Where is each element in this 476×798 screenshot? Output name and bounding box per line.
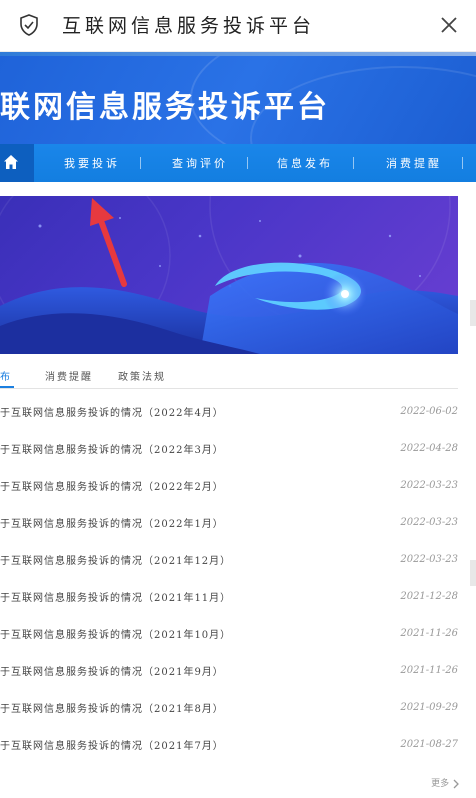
tab-policy[interactable]: 政策法规 — [118, 368, 166, 383]
hero-art — [0, 196, 458, 354]
nav-item-info[interactable]: 信息发布 — [277, 155, 333, 171]
list-item-title: 于互联网信息服务投诉的情况（2021年8月） — [0, 704, 224, 715]
list-item-date: 2022-06-02 — [400, 406, 458, 417]
list-item[interactable]: 于互联网信息服务投诉的情况（2021年8月） 2021-09-29 — [0, 692, 460, 728]
list-item-date: 2021-09-29 — [400, 702, 458, 713]
list-item-title: 于互联网信息服务投诉的情况（2022年1月） — [0, 519, 224, 530]
list-item-date: 2022-04-28 — [400, 443, 458, 454]
nav-item-complaint[interactable]: 我要投诉 — [64, 155, 120, 171]
list-item-title: 于互联网信息服务投诉的情况（2021年10月） — [0, 630, 232, 641]
list-item-date: 2022-03-23 — [400, 517, 458, 528]
list-item-title: 于互联网信息服务投诉的情况（2021年7月） — [0, 741, 224, 752]
site-heading: 联网信息服务投诉平台 — [0, 90, 330, 125]
nav-separator — [353, 157, 354, 169]
list-item[interactable]: 于互联网信息服务投诉的情况（2021年9月） 2021-11-26 — [0, 655, 460, 691]
chevron-right-icon — [453, 779, 459, 788]
list-item[interactable]: 于互联网信息服务投诉的情况（2021年11月） 2021-12-28 — [0, 581, 460, 617]
list-item-title: 于互联网信息服务投诉的情况（2022年3月） — [0, 445, 224, 456]
shield-check-icon[interactable] — [17, 13, 41, 37]
list-item[interactable]: 于互联网信息服务投诉的情况（2022年4月） 2022-06-02 — [0, 396, 460, 432]
nav-item-query[interactable]: 查询评价 — [172, 155, 228, 171]
close-icon[interactable] — [438, 14, 460, 36]
list-item-date: 2022-03-23 — [400, 480, 458, 491]
list-item-date: 2021-11-26 — [400, 665, 458, 676]
nav-separator — [247, 157, 248, 169]
list-item-date: 2021-11-26 — [400, 628, 458, 639]
more-label: 更多 — [431, 779, 450, 789]
list-item[interactable]: 于互联网信息服务投诉的情况（2022年3月） 2022-04-28 — [0, 433, 460, 469]
list-item-date: 2021-12-28 — [400, 591, 458, 602]
list-item[interactable]: 于互联网信息服务投诉的情况（2022年2月） 2022-03-23 — [0, 470, 460, 506]
tab-publish[interactable]: 布 — [0, 368, 12, 383]
list-item-title: 于互联网信息服务投诉的情况（2022年4月） — [0, 408, 224, 419]
tab-consumer-tips[interactable]: 消费提醒 — [45, 368, 93, 383]
news-tabs: 布 消费提醒 政策法规 — [0, 362, 458, 389]
list-item[interactable]: 于互联网信息服务投诉的情况（2021年7月） 2021-08-27 — [0, 729, 460, 765]
nav-separator — [462, 157, 463, 169]
active-tab-indicator — [0, 386, 14, 388]
list-item-title: 于互联网信息服务投诉的情况（2022年2月） — [0, 482, 224, 493]
list-item-date: 2021-08-27 — [400, 739, 458, 750]
list-item-title: 于互联网信息服务投诉的情况（2021年9月） — [0, 667, 224, 678]
app-bar: 互联网信息服务投诉平台 — [0, 0, 476, 52]
home-icon — [4, 155, 18, 169]
list-item[interactable]: 于互联网信息服务投诉的情况（2021年10月） 2021-11-26 — [0, 618, 460, 654]
nav-separator — [140, 157, 141, 169]
list-item[interactable]: 于互联网信息服务投诉的情况（2022年1月） 2022-03-23 — [0, 507, 460, 543]
main-nav: 我要投诉 查询评价 信息发布 消费提醒 — [0, 144, 476, 182]
app-title: 互联网信息服务投诉平台 — [62, 15, 316, 37]
more-link[interactable]: 更多 — [431, 776, 460, 789]
hero-illustration — [0, 196, 458, 354]
arrow-pointer — [90, 198, 127, 287]
list-item[interactable]: 于互联网信息服务投诉的情况（2021年12月） 2022-03-23 — [0, 544, 460, 580]
side-edge — [470, 300, 476, 326]
site-banner: 联网信息服务投诉平台 — [0, 56, 476, 144]
nav-home[interactable] — [0, 144, 34, 182]
list-item-date: 2022-03-23 — [400, 554, 458, 565]
list-item-title: 于互联网信息服务投诉的情况（2021年12月） — [0, 556, 232, 567]
list-item-title: 于互联网信息服务投诉的情况（2021年11月） — [0, 593, 232, 604]
side-edge — [470, 560, 476, 586]
nav-item-consumer-tips[interactable]: 消费提醒 — [386, 155, 442, 171]
